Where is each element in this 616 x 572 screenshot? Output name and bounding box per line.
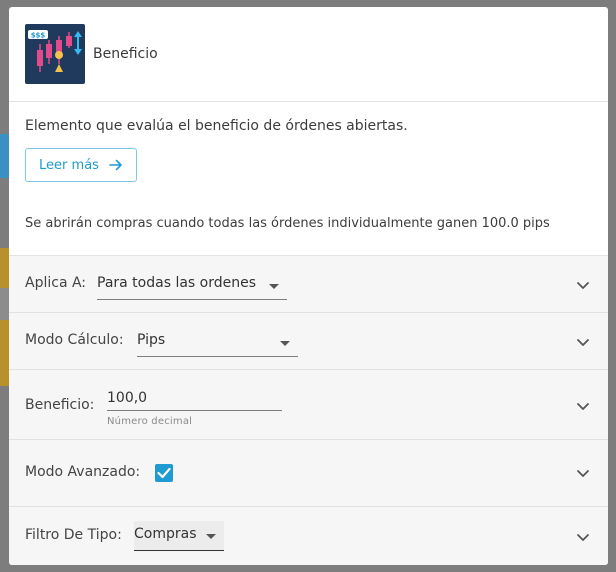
chevron-down-icon[interactable] — [576, 335, 590, 349]
profit-label: Beneficio: — [25, 397, 95, 413]
chevron-down-icon[interactable] — [576, 278, 590, 292]
applies-to-value: Para todas las ordenes — [97, 275, 257, 291]
applies-to-label: Aplica A: — [25, 275, 87, 291]
param-row-calc-mode: Modo Cálculo: Pips — [9, 312, 608, 369]
candlestick-chart-logo-icon: $$$ — [25, 24, 85, 84]
type-filter-value: Compras — [134, 526, 197, 542]
applies-to-select[interactable]: Para todas las ordenes — [97, 272, 287, 300]
profit-hint: Número decimal — [107, 416, 193, 427]
parameter-list: Aplica A: Para todas las ordenes Modo Cá… — [9, 255, 608, 565]
dialog-title: Beneficio — [93, 46, 158, 62]
chevron-down-icon[interactable] — [576, 466, 590, 480]
checkmark-icon — [157, 467, 171, 479]
chevron-down-icon[interactable] — [576, 530, 590, 544]
calc-mode-select[interactable]: Pips — [137, 329, 298, 357]
arrow-right-icon — [109, 159, 122, 171]
advanced-mode-checkbox[interactable] — [155, 464, 173, 482]
dropdown-caret-icon — [280, 340, 290, 346]
param-row-advanced-mode: Modo Avanzado: — [9, 439, 608, 506]
param-row-applies-to: Aplica A: Para todas las ordenes — [9, 255, 608, 312]
element-description: Elemento que evalúa el beneficio de órde… — [25, 118, 408, 134]
dropdown-caret-icon — [269, 283, 279, 289]
calc-mode-value: Pips — [137, 332, 166, 348]
logo-dollar-text: $$$ — [31, 32, 46, 40]
read-more-label: Leer más — [39, 157, 99, 173]
calc-mode-label: Modo Cálculo: — [25, 332, 124, 348]
chevron-down-icon[interactable] — [576, 399, 590, 413]
param-row-profit: Beneficio: Número decimal — [9, 369, 608, 439]
element-dialog: $$$ Beneficio Elemento que evalúa el ben… — [9, 7, 608, 565]
description-section: Elemento que evalúa el beneficio de órde… — [9, 102, 608, 232]
type-filter-select[interactable]: Compras — [134, 521, 224, 551]
type-filter-label: Filtro De Tipo: — [25, 527, 122, 543]
read-more-button[interactable]: Leer más — [25, 148, 137, 182]
dialog-header: $$$ Beneficio — [9, 7, 608, 102]
dropdown-caret-icon — [206, 533, 216, 539]
condition-summary: Se abrirán compras cuando todas las órde… — [25, 216, 550, 231]
param-row-type-filter: Filtro De Tipo: Compras — [9, 506, 608, 565]
profit-input[interactable] — [107, 386, 282, 411]
advanced-mode-label: Modo Avanzado: — [25, 464, 141, 480]
